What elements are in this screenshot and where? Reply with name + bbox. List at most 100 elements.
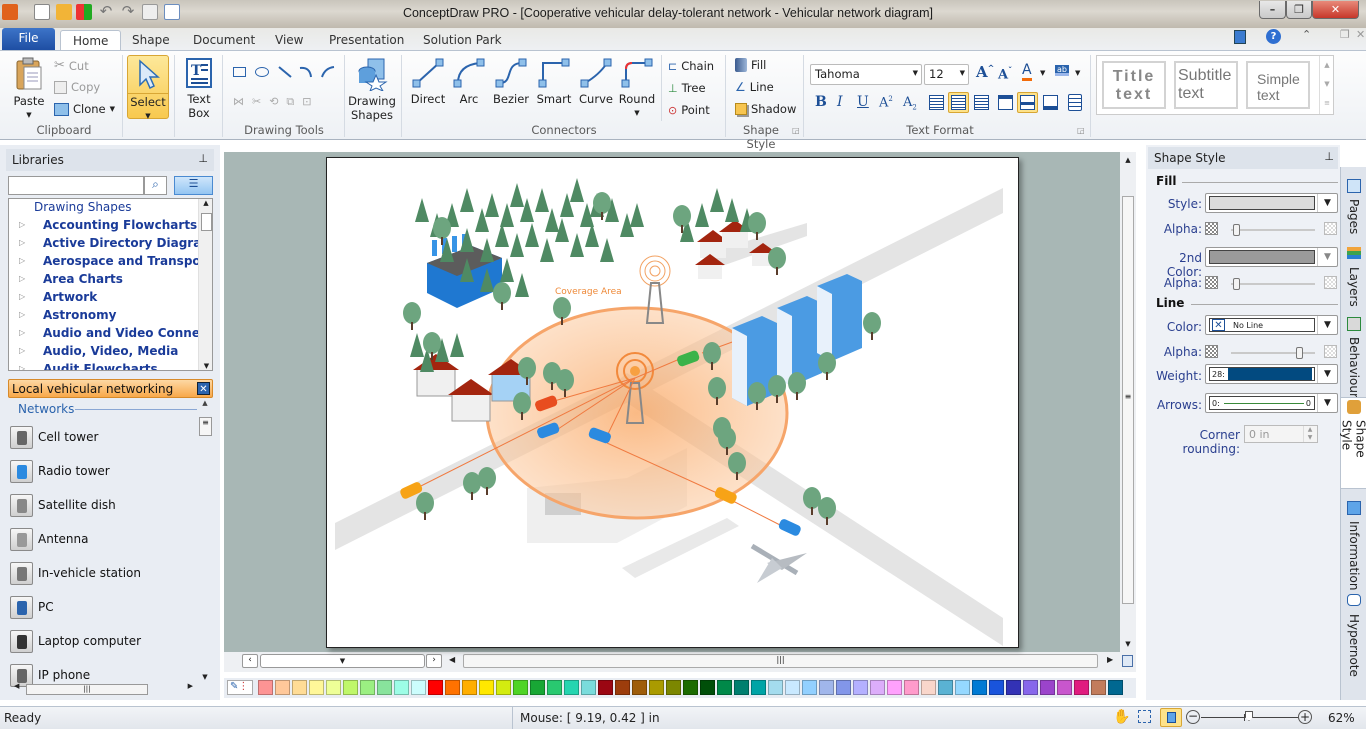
bold-button[interactable]: B [815, 94, 827, 110]
expand-icon[interactable]: ▷ [19, 310, 25, 319]
cut-button[interactable]: ✂ Cut [54, 58, 89, 73]
tree-item[interactable]: Audio, Video, Media [43, 344, 178, 358]
fit-to-window-button[interactable] [1160, 708, 1182, 727]
tab-presentation[interactable]: Presentation [329, 30, 404, 50]
color-swatch[interactable] [785, 680, 800, 695]
side-tab-behaviour[interactable]: Behaviour [1341, 315, 1366, 398]
collapse-ribbon-icon[interactable]: ⌃ [1302, 28, 1311, 41]
side-tab-pages[interactable]: Pages [1341, 177, 1366, 239]
expand-icon[interactable]: ▷ [19, 256, 25, 265]
zoom-area-icon[interactable] [1138, 710, 1151, 723]
tab-home[interactable]: Home [60, 30, 122, 50]
color-swatch[interactable] [938, 680, 953, 695]
paste-button[interactable]: Paste ▼ [12, 57, 46, 122]
color-swatch[interactable] [1057, 680, 1072, 695]
tree-item[interactable]: Active Directory Diagrams [43, 236, 212, 250]
grow-font-button[interactable]: A^ [976, 63, 994, 81]
color-swatch[interactable] [275, 680, 290, 695]
tree-item[interactable]: Astronomy [43, 308, 116, 322]
color-swatch[interactable] [309, 680, 324, 695]
highlight-color-button[interactable]: ab [1055, 65, 1069, 76]
color-swatch[interactable] [513, 680, 528, 695]
library-item[interactable]: Laptop computer [10, 628, 141, 654]
side-tab-shape-style[interactable]: Shape Style [1340, 397, 1366, 489]
color-swatch[interactable] [819, 680, 834, 695]
color-swatch[interactable] [989, 680, 1004, 695]
shadow-button[interactable]: Shadow [735, 102, 796, 116]
connector-curve-button[interactable]: Curve [577, 57, 615, 106]
color-swatch[interactable] [428, 680, 443, 695]
ellipse-tool[interactable] [255, 67, 269, 77]
zoom-in-button[interactable]: + [1298, 710, 1312, 724]
copy-button[interactable]: Copy [54, 80, 100, 94]
color-swatch[interactable] [1074, 680, 1089, 695]
color-swatch[interactable] [547, 680, 562, 695]
font-color-button[interactable]: A [1022, 63, 1032, 81]
align-middle-button[interactable] [1017, 92, 1038, 113]
scroll-left-button[interactable]: ◀ [449, 655, 455, 664]
italic-button[interactable]: I [837, 94, 843, 110]
library-item[interactable]: Antenna [10, 526, 88, 552]
color-picker-icon[interactable]: ✎⋮ [227, 680, 253, 695]
highlight-dropdown[interactable]: ▼ [1075, 69, 1080, 77]
chain-button[interactable]: ⊏ Chain [668, 59, 714, 73]
pan-hand-icon[interactable]: ✋ [1113, 709, 1130, 725]
library-hscrollbar[interactable]: ◀ ||| ▶ [8, 682, 193, 698]
expand-icon[interactable]: ▷ [19, 220, 25, 229]
tree-item[interactable]: Audio and Video Connectors [43, 326, 212, 340]
color-swatch[interactable] [343, 680, 358, 695]
tree-item[interactable]: Artwork [43, 290, 97, 304]
title-text-style[interactable]: Title text [1102, 61, 1166, 109]
color-swatch[interactable] [564, 680, 579, 695]
tree-item[interactable]: Area Charts [43, 272, 123, 286]
font-size-select[interactable]: 12 ▼ [924, 64, 969, 85]
arc-tool[interactable] [298, 65, 314, 79]
library-item[interactable]: In-vehicle station [10, 560, 141, 586]
subtitle-text-style[interactable]: Subtitle text [1174, 61, 1238, 109]
tab-view[interactable]: View [275, 30, 303, 50]
color-swatch[interactable] [360, 680, 375, 695]
color-swatch[interactable] [598, 680, 613, 695]
search-button[interactable]: ⌕ [144, 176, 167, 195]
text-fit-button[interactable] [1068, 94, 1082, 111]
point-button[interactable]: ⊙ Point [668, 103, 710, 117]
canvas-vscrollbar[interactable]: ▲ ≡ ▼ [1120, 152, 1136, 652]
color-swatch[interactable] [955, 680, 970, 695]
color-swatch[interactable] [581, 680, 596, 695]
color-swatch[interactable] [836, 680, 851, 695]
corner-rounding-input[interactable]: 0 in ▲ ▼ [1244, 425, 1318, 443]
color-swatch[interactable] [462, 680, 477, 695]
library-item[interactable]: Radio tower [10, 458, 110, 484]
color-swatch[interactable] [768, 680, 783, 695]
tree-item[interactable]: Drawing Shapes [34, 200, 132, 214]
drawing-shapes-button[interactable]: Drawing Shapes [348, 57, 396, 122]
text-box-button[interactable]: T Text Box [182, 57, 216, 120]
second-alpha-thumb[interactable] [1232, 278, 1240, 290]
close-doc-icon[interactable]: ✕ [1356, 28, 1365, 41]
color-swatch[interactable] [972, 680, 987, 695]
color-swatch[interactable] [326, 680, 341, 695]
canvas-hscroll-thumb[interactable]: ||| [463, 654, 1098, 668]
color-swatch[interactable] [496, 680, 511, 695]
color-swatch[interactable] [751, 680, 766, 695]
minimize-button[interactable]: – [1259, 1, 1286, 19]
library-item[interactable]: PC [10, 594, 54, 620]
align-right-button[interactable] [974, 95, 989, 110]
color-swatch[interactable] [394, 680, 409, 695]
color-swatch[interactable] [700, 680, 715, 695]
arrows-select[interactable]: 0: 0 ▼ [1205, 393, 1338, 413]
fill-style-select[interactable]: ▼ [1205, 193, 1338, 213]
line-alpha-thumb[interactable] [1296, 347, 1304, 359]
pin-icon[interactable]: ⊥ [1324, 150, 1334, 163]
line-button[interactable]: ∠ Line [735, 80, 774, 94]
color-swatch[interactable] [921, 680, 936, 695]
second-color-select[interactable]: ▼ [1205, 247, 1338, 267]
fill-button[interactable]: Fill [735, 58, 766, 72]
side-tab-information[interactable]: Information [1341, 499, 1366, 590]
fill-alpha-thumb[interactable] [1232, 224, 1240, 236]
connector-round-button[interactable]: Round ▼ [617, 57, 657, 120]
color-swatch[interactable] [887, 680, 902, 695]
fit-page-button[interactable] [1122, 655, 1133, 667]
color-swatch[interactable] [411, 680, 426, 695]
color-swatch[interactable] [870, 680, 885, 695]
